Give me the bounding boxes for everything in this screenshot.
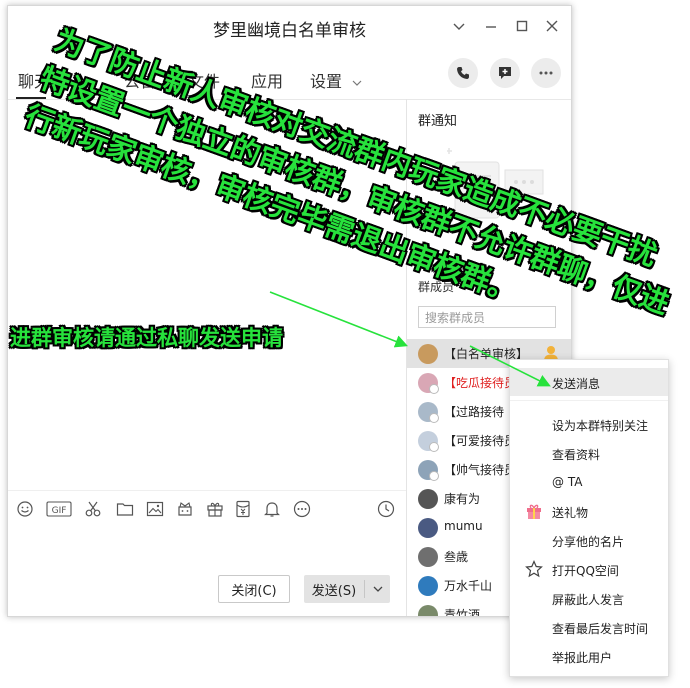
menu-item-open-qzone[interactable]: 打开QQ空间 <box>510 555 668 583</box>
menu-item-view-profile[interactable]: 查看资料 <box>510 439 668 467</box>
member-name: 【可爱接待员 <box>444 434 517 448</box>
bell-icon[interactable] <box>262 499 282 519</box>
avatar <box>418 576 438 596</box>
member-name: 【过路接待 <box>444 405 505 419</box>
member-name: 【帅气接待员 <box>444 463 517 477</box>
member-name: 【吃瓜接待员 <box>444 376 517 390</box>
menu-item-send-gift[interactable]: 送礼物 <box>510 497 668 525</box>
empty-notice-illustration-icon <box>447 148 544 219</box>
folder-icon[interactable] <box>115 499 135 519</box>
toolbar-divider <box>8 490 406 491</box>
scissors-icon[interactable] <box>83 499 103 519</box>
maximize-icon[interactable] <box>514 18 530 34</box>
menu-item-last-speech-time[interactable]: 查看最后发言时间 <box>510 613 668 641</box>
member-name: 叁歳 <box>444 550 469 564</box>
add-message-icon[interactable] <box>490 58 520 88</box>
gift-icon <box>527 504 541 519</box>
chevron-down-icon[interactable] <box>451 18 467 34</box>
menu-item-label: 分享他的名片 <box>552 535 625 549</box>
menu-item-share-card[interactable]: 分享他的名片 <box>510 526 668 554</box>
present-icon[interactable] <box>205 499 225 519</box>
tab-files[interactable]: 文件 <box>188 68 220 92</box>
member-context-menu: 发送消息 设为本群特别关注 查看资料 @ TA 送礼物 分享他的名片 打开QQ空… <box>509 359 669 677</box>
menu-item-label: 打开QQ空间 <box>552 564 619 578</box>
avatar <box>418 547 438 567</box>
member-badge-icon <box>429 471 439 481</box>
clock-icon[interactable] <box>376 499 396 519</box>
menu-item-send-message[interactable]: 发送消息 <box>510 368 668 396</box>
message-area[interactable] <box>8 100 406 490</box>
menu-item-mention[interactable]: @ TA <box>510 468 668 496</box>
more-circle-icon[interactable] <box>292 499 312 519</box>
menu-item-label: 查看资料 <box>552 448 601 462</box>
image-icon[interactable] <box>145 499 165 519</box>
menu-item-label: 查看最后发言时间 <box>552 622 649 636</box>
star-icon <box>525 560 543 578</box>
tab-settings-label: 设置 <box>310 72 343 91</box>
chevron-down-icon <box>352 80 362 86</box>
title-bar: 梦里幽境白名单审核 <box>8 6 571 48</box>
member-name: 康有为 <box>444 492 481 506</box>
menu-item-label: 屏蔽此人发言 <box>552 593 625 607</box>
group-notice-title: 群通知 <box>418 114 458 129</box>
tab-notice[interactable]: 公告 <box>124 68 156 92</box>
menu-item-label: 举报此用户 <box>552 651 613 665</box>
avatar <box>418 518 438 538</box>
member-name: 万水千山 <box>444 579 493 593</box>
menu-item-label: 发送消息 <box>552 377 601 391</box>
menu-item-label: 设为本群特别关注 <box>552 419 649 433</box>
send-options-chevron-icon[interactable] <box>366 575 390 603</box>
gif-label: GIF <box>52 506 67 516</box>
send-button[interactable]: 发送(S) <box>304 575 390 603</box>
menu-item-special-follow[interactable]: 设为本群特别关注 <box>510 410 668 438</box>
send-split-divider <box>364 580 365 598</box>
menu-divider <box>510 400 668 401</box>
chat-window: 梦里幽境白名单审核 聊天 公告 文件 应用 设置 GIF 关闭(C) 发送(S)… <box>7 5 572 617</box>
emoji-icon[interactable] <box>15 499 35 519</box>
member-badge-icon <box>429 442 439 452</box>
minimize-icon[interactable] <box>483 18 499 34</box>
member-name: mumu <box>444 519 483 533</box>
close-icon[interactable] <box>544 18 560 34</box>
member-badge-icon <box>429 413 439 423</box>
member-search-input[interactable]: 搜索群成员 <box>418 306 556 328</box>
menu-item-label: @ TA <box>552 475 583 489</box>
group-members-label: 群成员 <box>418 280 455 294</box>
member-badge-icon <box>429 384 439 394</box>
avatar <box>418 344 438 364</box>
menu-item-label: 送礼物 <box>552 506 589 520</box>
red-packet-icon[interactable] <box>233 499 253 519</box>
gif-icon[interactable]: GIF <box>46 499 72 519</box>
menu-item-block-speech[interactable]: 屏蔽此人发言 <box>510 584 668 612</box>
close-button[interactable]: 关闭(C) <box>218 575 290 603</box>
member-name: 青竹酒 <box>444 608 481 616</box>
tab-bar: 聊天 公告 文件 应用 设置 <box>8 61 571 101</box>
avatar <box>418 605 438 616</box>
menu-item-report-user[interactable]: 举报此用户 <box>510 642 668 670</box>
avatar <box>418 489 438 509</box>
send-button-label: 发送(S) <box>311 583 357 599</box>
tab-chat[interactable]: 聊天 <box>18 68 50 92</box>
tab-apps[interactable]: 应用 <box>251 68 283 92</box>
tab-settings[interactable]: 设置 <box>310 68 363 92</box>
phone-icon[interactable] <box>448 58 478 88</box>
more-icon[interactable] <box>531 58 561 88</box>
gift-box-icon[interactable] <box>175 499 195 519</box>
